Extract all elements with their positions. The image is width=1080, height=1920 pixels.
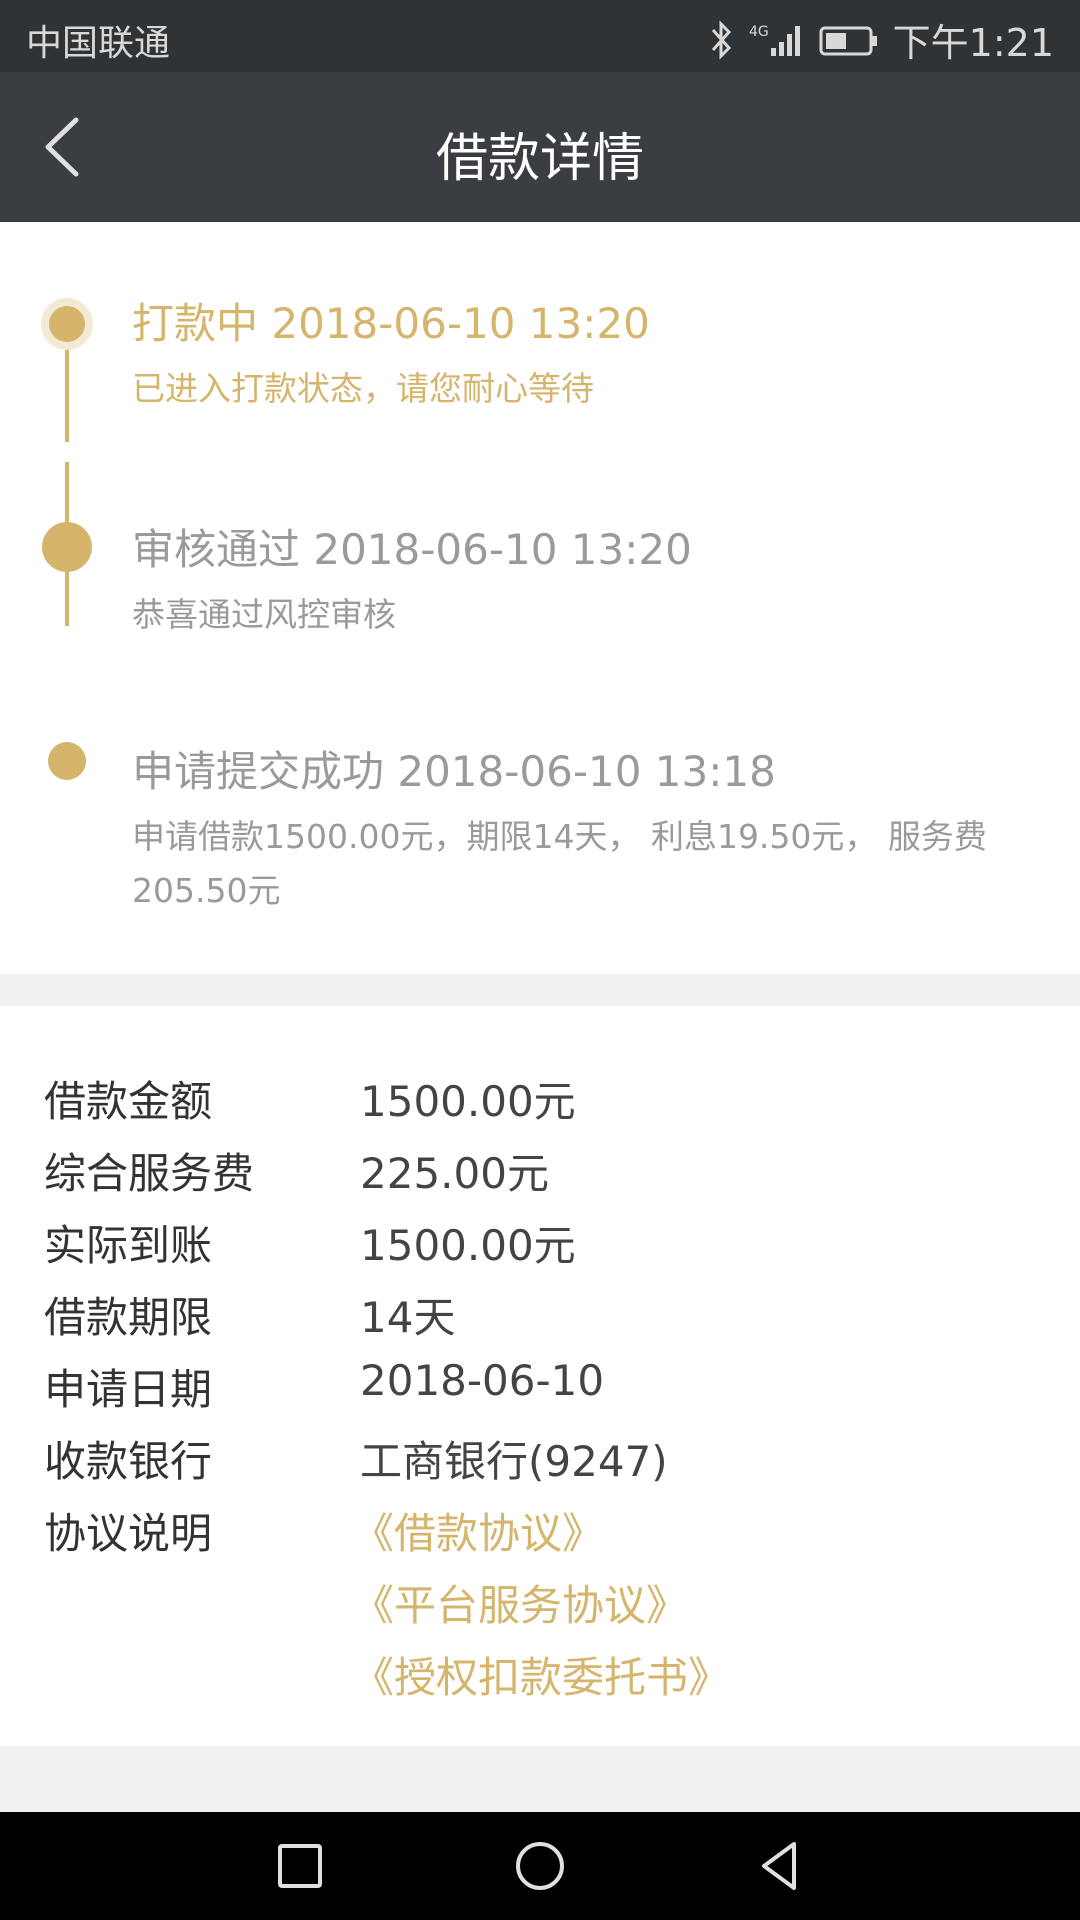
detail-row: 借款期限 14天 xyxy=(0,1284,1080,1356)
signal-icon: 4G xyxy=(749,24,800,56)
detail-label: 申请日期 xyxy=(44,1365,213,1414)
timeline-step-desc: 恭喜通过风控审核 xyxy=(132,595,396,634)
detail-label: 实际到账 xyxy=(44,1221,213,1270)
recents-square-icon[interactable] xyxy=(270,1836,330,1896)
battery-icon xyxy=(819,26,877,55)
timeline-step-title: 审核通过 2018-06-10 13:20 xyxy=(132,525,692,574)
timeline-step-title: 打款中 2018-06-10 13:20 xyxy=(132,299,650,348)
timeline-dot xyxy=(42,522,92,572)
bluetooth-icon xyxy=(711,19,731,60)
detail-label: 借款金额 xyxy=(44,1077,213,1126)
network-type-label: 4G xyxy=(749,24,769,40)
detail-value: 2018-06-10 xyxy=(360,1356,605,1405)
detail-value: 225.00元 xyxy=(360,1149,549,1198)
home-circle-icon[interactable] xyxy=(510,1836,570,1896)
loan-status-timeline: 打款中 2018-06-10 13:20 已进入打款状态，请您耐心等待 审核通过… xyxy=(0,222,1080,974)
timeline-dot-current xyxy=(49,306,85,342)
detail-row: 借款金额 1500.00元 xyxy=(0,1068,1080,1140)
detail-label: 收款银行 xyxy=(44,1437,213,1486)
status-icons: 4G 下午1:21 xyxy=(709,12,1054,67)
detail-value: 1500.00元 xyxy=(360,1077,576,1126)
detail-value: 1500.00元 xyxy=(360,1221,576,1270)
timeline-dot xyxy=(48,742,86,780)
carrier-name: 中国联通 xyxy=(26,23,171,64)
status-bar: 中国联通 4G 下午1:21 xyxy=(0,0,1080,72)
detail-row: 收款银行 工商银行(9247) xyxy=(0,1428,1080,1500)
loan-detail-list: 借款金额 1500.00元 综合服务费 225.00元 实际到账 1500.00… xyxy=(0,1006,1080,1746)
agreement-label: 协议说明 xyxy=(44,1509,213,1558)
detail-label: 综合服务费 xyxy=(44,1149,255,1198)
detail-value: 14天 xyxy=(360,1293,456,1342)
timeline-step-desc: 已进入打款状态，请您耐心等待 xyxy=(132,369,594,408)
detail-label: 借款期限 xyxy=(44,1293,213,1342)
system-nav-bar xyxy=(0,1812,1080,1920)
detail-row: 申请日期 2018-06-10 xyxy=(0,1356,1080,1428)
detail-row: 综合服务费 225.00元 xyxy=(0,1140,1080,1212)
clock: 下午1:21 xyxy=(892,21,1054,65)
timeline-step-desc: 申请借款1500.00元，期限14天， 利息19.50元， 服务费205.50元 xyxy=(132,817,987,910)
loan-agreement-link[interactable]: 《借款协议》 xyxy=(352,1500,604,1561)
page-title: 借款详情 xyxy=(435,129,644,189)
platform-service-agreement-link[interactable]: 《平台服务协议》 xyxy=(352,1572,688,1633)
timeline-step-title: 申请提交成功 2018-06-10 13:18 xyxy=(132,747,776,796)
detail-value: 工商银行(9247) xyxy=(360,1437,668,1486)
detail-row: 实际到账 1500.00元 xyxy=(0,1212,1080,1284)
back-triangle-icon[interactable] xyxy=(750,1836,810,1896)
nav-bar: 借款详情 xyxy=(0,72,1080,222)
debit-authorization-link[interactable]: 《授权扣款委托书》 xyxy=(352,1644,730,1705)
